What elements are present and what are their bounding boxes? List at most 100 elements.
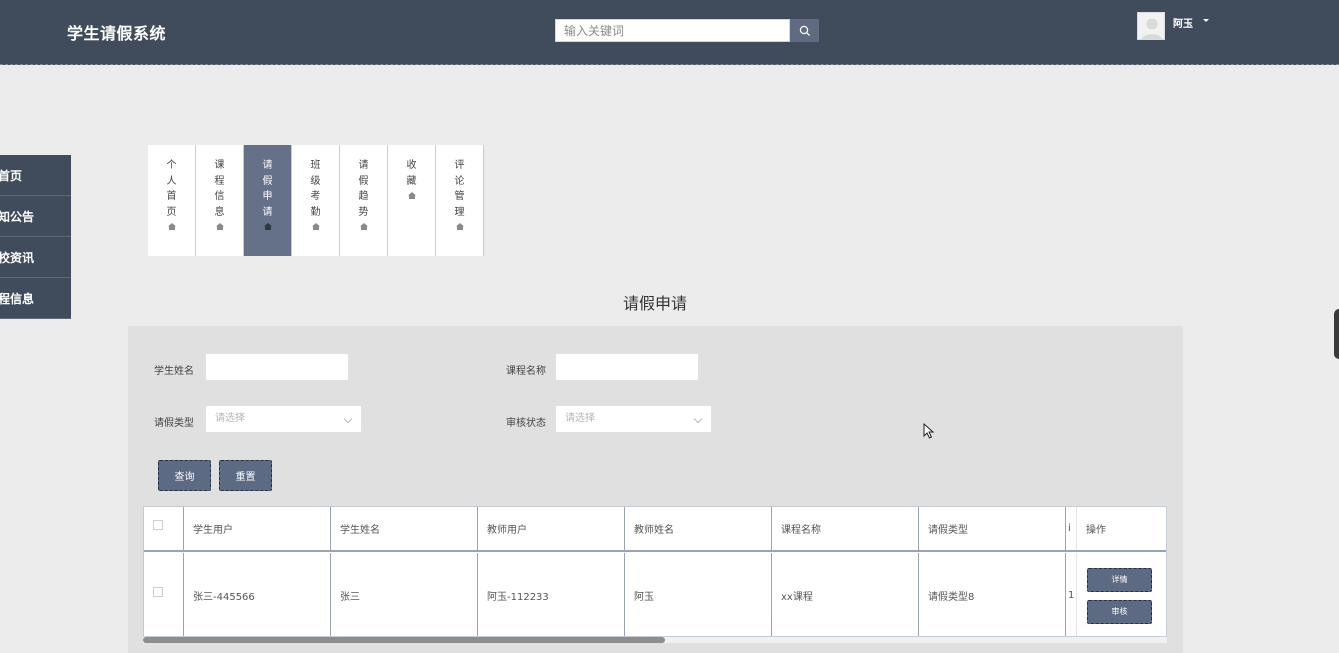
- home-icon: [359, 223, 368, 230]
- cell-student-user: 张三-445566: [184, 553, 331, 636]
- cell-teacher-name: 阿玉: [625, 553, 772, 636]
- tab-label-char: 勤: [310, 206, 321, 218]
- search-bar: [555, 19, 819, 42]
- home-icon: [407, 192, 416, 199]
- column-header[interactable]: 课程名称: [772, 507, 919, 550]
- sidebar-item-news[interactable]: 校资讯: [0, 237, 71, 278]
- cell-course-name: xx课程: [772, 553, 919, 636]
- column-header: i: [1068, 523, 1071, 534]
- student-name-input[interactable]: [205, 353, 349, 381]
- tab-4[interactable]: 请假趋势: [340, 145, 388, 256]
- home-icon: [455, 223, 464, 230]
- mouse-pointer-icon: [923, 423, 935, 439]
- cell-actions: 详情 审核: [1076, 553, 1164, 636]
- review-status-label: 审核状态: [506, 418, 546, 429]
- top-header: 学生请假系统 阿玉: [0, 0, 1339, 65]
- home-icon: [311, 223, 320, 230]
- cell-student-name: 张三: [331, 553, 478, 636]
- module-tabs: 个人首页课程信息请假申请班级考勤请假趋势收藏评论管理: [148, 145, 484, 256]
- avatar[interactable]: [1137, 12, 1165, 40]
- detail-button[interactable]: 详情: [1087, 567, 1152, 592]
- search-icon: [799, 25, 810, 36]
- sidebar-item-course[interactable]: 程信息: [0, 278, 71, 319]
- cell-leave-type: 请假类型8: [919, 553, 1066, 636]
- row-select-cell: [144, 553, 184, 636]
- actions-header-label: 操作: [1086, 525, 1106, 536]
- tab-5[interactable]: 收藏: [388, 145, 436, 256]
- tab-label-char: 请: [262, 206, 273, 218]
- tab-6[interactable]: 评论管理: [436, 145, 484, 256]
- tab-0[interactable]: 个人首页: [148, 145, 196, 256]
- table-header-row: 学生用户 学生姓名 教师用户 教师姓名 课程名称 请假类型 i 操作: [144, 507, 1166, 552]
- sidebar-item-label: 知公告: [0, 209, 35, 224]
- user-placeholder-icon: [1141, 18, 1163, 39]
- review-status-placeholder: 请选择: [565, 413, 595, 424]
- sidebar-nav: 首页 知公告 校资讯 程信息: [0, 155, 71, 319]
- sidebar-item-home[interactable]: 首页: [0, 155, 71, 196]
- column-header[interactable]: 教师姓名: [625, 507, 772, 550]
- sidebar-item-label: 程信息: [0, 291, 35, 306]
- tab-label-char: 个: [166, 160, 177, 171]
- tab-label-char: 评: [454, 160, 465, 171]
- tab-label-char: 藏: [406, 175, 417, 187]
- sidebar-item-label: 首页: [0, 168, 23, 183]
- search-button[interactable]: [790, 19, 819, 42]
- tab-label-char: 势: [358, 206, 369, 218]
- page-title: 请假申请: [623, 294, 688, 313]
- tab-2[interactable]: 请假申请: [244, 145, 292, 256]
- chevron-down-icon: [693, 414, 703, 424]
- row-checkbox[interactable]: [153, 587, 163, 597]
- tab-label-char: 人: [166, 175, 177, 187]
- leave-type-label: 请假类型: [154, 418, 194, 429]
- select-all-cell: [144, 507, 184, 550]
- home-icon: [167, 223, 176, 230]
- tab-label-char: 申: [262, 191, 273, 202]
- scrollbar-thumb[interactable]: [143, 637, 665, 643]
- tab-label-char: 论: [454, 175, 465, 187]
- review-status-select[interactable]: 请选择: [555, 405, 712, 433]
- app-title: 学生请假系统: [67, 24, 167, 43]
- leave-type-placeholder: 请选择: [215, 413, 245, 424]
- chevron-down-icon: [343, 414, 353, 424]
- search-query-button[interactable]: 查询: [158, 460, 211, 491]
- tab-label-char: 理: [454, 206, 465, 218]
- tab-label-char: 级: [310, 175, 321, 187]
- select-all-checkbox[interactable]: [153, 520, 163, 530]
- column-header[interactable]: 教师用户: [478, 507, 625, 550]
- column-header[interactable]: 请假类型: [919, 507, 1066, 550]
- column-header[interactable]: 学生姓名: [331, 507, 478, 550]
- tab-label-char: 课: [214, 160, 225, 171]
- tab-label-char: 假: [358, 175, 369, 187]
- tab-label-char: 程: [214, 175, 225, 187]
- table-horizontal-scrollbar[interactable]: [143, 637, 1167, 643]
- leave-type-select[interactable]: 请选择: [205, 405, 362, 433]
- edge-handle: [1334, 309, 1339, 359]
- course-name-label: 课程名称: [506, 366, 546, 377]
- search-input[interactable]: [555, 19, 790, 42]
- user-menu[interactable]: 阿玉: [1137, 12, 1209, 42]
- tab-label-char: 收: [406, 160, 417, 171]
- tab-label-char: 请: [358, 160, 369, 171]
- column-header-actions: 操作: [1076, 507, 1164, 550]
- tab-label-char: 趋: [358, 191, 369, 202]
- tab-label-char: 息: [214, 206, 225, 218]
- tab-3[interactable]: 班级考勤: [292, 145, 340, 256]
- sidebar-item-notice[interactable]: 知公告: [0, 196, 71, 237]
- tab-1[interactable]: 课程信息: [196, 145, 244, 256]
- cell-truncated: 1: [1068, 590, 1075, 601]
- reset-button[interactable]: 重置: [219, 460, 272, 491]
- column-header[interactable]: 学生用户: [184, 507, 331, 550]
- tab-label-char: 假: [262, 175, 273, 187]
- sidebar-item-label: 校资讯: [0, 250, 35, 265]
- caret-down-icon[interactable]: [1203, 19, 1209, 22]
- cell-teacher-user: 阿玉-112233: [478, 553, 625, 636]
- tab-label-char: 班: [310, 160, 321, 171]
- leave-table: 学生用户 学生姓名 教师用户 教师姓名 课程名称 请假类型 i 操作 张三-44…: [143, 506, 1167, 637]
- tab-label-char: 首: [166, 191, 177, 202]
- course-name-input[interactable]: [555, 353, 699, 381]
- tab-label-char: 页: [166, 206, 177, 218]
- tab-label-char: 管: [454, 191, 465, 202]
- review-button[interactable]: 审核: [1087, 599, 1152, 624]
- student-name-label: 学生姓名: [154, 366, 194, 377]
- tab-label-char: 信: [214, 191, 225, 202]
